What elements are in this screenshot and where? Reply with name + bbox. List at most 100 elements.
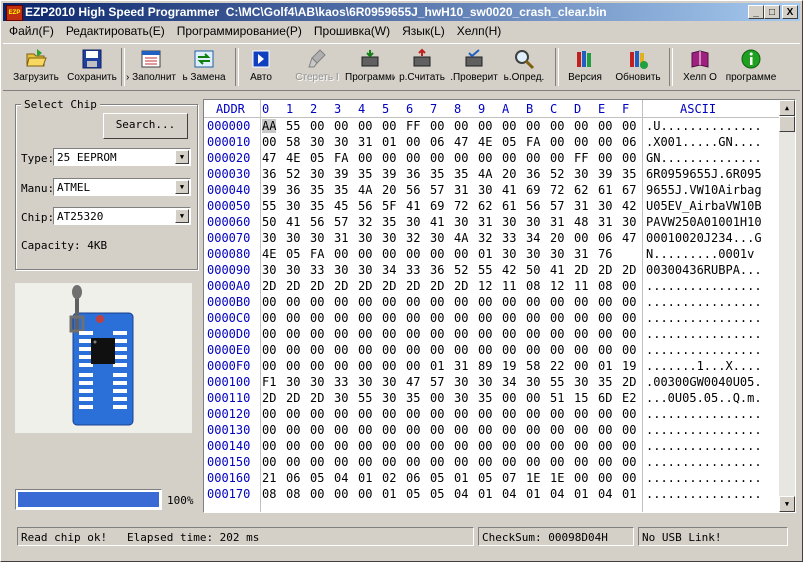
hex-byte[interactable]: 1E	[550, 471, 564, 485]
hex-byte[interactable]: 08	[526, 279, 540, 293]
hex-byte[interactable]: 00	[502, 327, 516, 341]
title-bar[interactable]: EZP EZP2010 High Speed Programmer C:\MC\…	[3, 3, 800, 21]
hex-byte[interactable]: 31	[550, 215, 564, 229]
hex-byte[interactable]: 30	[262, 263, 276, 277]
hex-byte[interactable]: 00	[550, 295, 564, 309]
hex-byte[interactable]: 00	[454, 455, 468, 469]
hex-byte[interactable]: 32	[358, 215, 372, 229]
hex-byte[interactable]: 00	[598, 311, 612, 325]
hex-byte[interactable]: 00	[334, 343, 348, 357]
hex-byte[interactable]: 00	[286, 295, 300, 309]
hex-byte[interactable]: 00	[502, 407, 516, 421]
hex-row[interactable]: 000030 36 52 30 39 35 39 36 35 35 4A 20 36 52 30 39 35 6R…	[204, 166, 780, 182]
hex-row[interactable]: 000070 30 30 30 31 30 30 32 30 4A 32 33 34 20 00 06 47 00…	[204, 230, 780, 246]
hex-byte[interactable]: 00	[598, 119, 612, 133]
detect-button[interactable]: ь.Опред.	[501, 46, 547, 88]
hex-byte[interactable]: 00	[382, 295, 396, 309]
hex-byte[interactable]: 04	[334, 471, 348, 485]
hex-row[interactable]: 000010 00 58 30 30 31 01 00 06 47 4E 05 FA 00 00 00 06 .X…	[204, 134, 780, 150]
hex-byte[interactable]: 20	[550, 231, 564, 245]
hex-byte[interactable]: 41	[430, 215, 444, 229]
hex-byte[interactable]: 00	[598, 471, 612, 485]
hex-byte[interactable]: 00	[454, 119, 468, 133]
hex-byte[interactable]: 00	[286, 407, 300, 421]
chip-select[interactable]: AT25320 ▼	[53, 207, 191, 225]
hex-byte[interactable]: 2D	[574, 263, 588, 277]
hex-byte[interactable]: 15	[574, 391, 588, 405]
program-button[interactable]: Программи	[345, 46, 395, 88]
hex-byte[interactable]: 30	[358, 263, 372, 277]
hex-byte[interactable]: 12	[550, 279, 564, 293]
hex-byte[interactable]: 33	[334, 375, 348, 389]
hex-row[interactable]: 000150 00 00 00 00 00 00 00 00 00 00 00 00 00 00 00 00..…	[204, 454, 780, 470]
hex-byte[interactable]: 00	[382, 439, 396, 453]
hex-byte[interactable]: 30	[574, 375, 588, 389]
hex-byte[interactable]: 51	[550, 391, 564, 405]
hex-byte[interactable]: 00	[430, 423, 444, 437]
hex-byte[interactable]: 00	[406, 359, 420, 373]
hex-byte[interactable]: 00	[478, 439, 492, 453]
hex-byte[interactable]: 30	[334, 135, 348, 149]
hex-byte[interactable]: 04	[550, 487, 564, 501]
minimize-button[interactable]: _	[748, 5, 764, 19]
hex-byte[interactable]: 00	[622, 327, 636, 341]
chevron-down-icon[interactable]: ▼	[175, 209, 189, 223]
hex-byte[interactable]: 00	[358, 423, 372, 437]
hex-byte[interactable]: 05	[430, 471, 444, 485]
hex-byte[interactable]: 34	[382, 263, 396, 277]
hex-byte[interactable]: 30	[454, 391, 468, 405]
hex-byte[interactable]: 36	[406, 167, 420, 181]
hex-byte[interactable]: 00	[550, 423, 564, 437]
hex-byte[interactable]: 4A	[478, 167, 492, 181]
menu-file[interactable]: Файл(F)	[3, 22, 60, 41]
chevron-down-icon[interactable]: ▼	[175, 180, 189, 194]
erase-button[interactable]: Стереть I	[293, 46, 341, 88]
hex-byte[interactable]: 00	[382, 311, 396, 325]
hex-byte[interactable]: 00	[334, 407, 348, 421]
type-select[interactable]: 25 EEPROM ▼	[53, 148, 191, 166]
hex-byte[interactable]: 00	[358, 247, 372, 261]
scroll-down-icon[interactable]: ▼	[779, 496, 795, 512]
hex-byte[interactable]: 72	[550, 183, 564, 197]
hex-byte[interactable]: 00	[334, 423, 348, 437]
hex-byte[interactable]: 00	[526, 311, 540, 325]
hex-byte[interactable]: 35	[310, 199, 324, 213]
hex-byte[interactable]: 19	[502, 359, 516, 373]
hex-byte[interactable]: 00	[334, 119, 348, 133]
search-button[interactable]: Search...	[103, 113, 188, 139]
hex-row[interactable]: 0000F0 00 00 00 00 00 00 00 01 31 89 19 58 22 00 01 19..…	[204, 358, 780, 374]
hex-byte[interactable]: 00	[550, 119, 564, 133]
hex-byte[interactable]: 41	[406, 199, 420, 213]
hex-byte[interactable]: 00	[358, 327, 372, 341]
hex-byte[interactable]: 47	[406, 375, 420, 389]
hex-byte[interactable]: 2D	[622, 375, 636, 389]
hex-byte[interactable]: 00	[382, 343, 396, 357]
hex-byte[interactable]: 52	[454, 263, 468, 277]
hex-byte[interactable]: 00	[310, 439, 324, 453]
hex-byte[interactable]: FF	[574, 151, 588, 165]
hex-byte[interactable]: 08	[286, 487, 300, 501]
hex-byte[interactable]: 35	[334, 183, 348, 197]
hex-byte[interactable]: 00	[622, 311, 636, 325]
hex-byte[interactable]: 36	[430, 263, 444, 277]
hex-byte[interactable]: 00	[334, 327, 348, 341]
hex-byte[interactable]: 67	[622, 183, 636, 197]
hex-byte[interactable]: 00	[526, 295, 540, 309]
hex-byte[interactable]: 39	[598, 167, 612, 181]
hex-byte[interactable]: 2D	[334, 279, 348, 293]
hex-byte[interactable]: 00	[454, 311, 468, 325]
hex-byte[interactable]: 2D	[286, 391, 300, 405]
hex-byte[interactable]: 00	[478, 295, 492, 309]
hex-byte[interactable]: 42	[622, 199, 636, 213]
hex-byte[interactable]: 00	[430, 407, 444, 421]
hex-byte[interactable]: 00	[574, 439, 588, 453]
hex-byte[interactable]: 35	[406, 391, 420, 405]
hex-byte[interactable]: 00	[502, 151, 516, 165]
hex-byte[interactable]: 00	[382, 455, 396, 469]
hex-byte[interactable]: 30	[382, 375, 396, 389]
hex-byte[interactable]: 00	[382, 359, 396, 373]
hex-byte[interactable]: 00	[622, 151, 636, 165]
hex-byte[interactable]: 30	[406, 215, 420, 229]
hex-byte[interactable]: 50	[262, 215, 276, 229]
fill-button[interactable]: › Заполнит	[125, 46, 177, 88]
